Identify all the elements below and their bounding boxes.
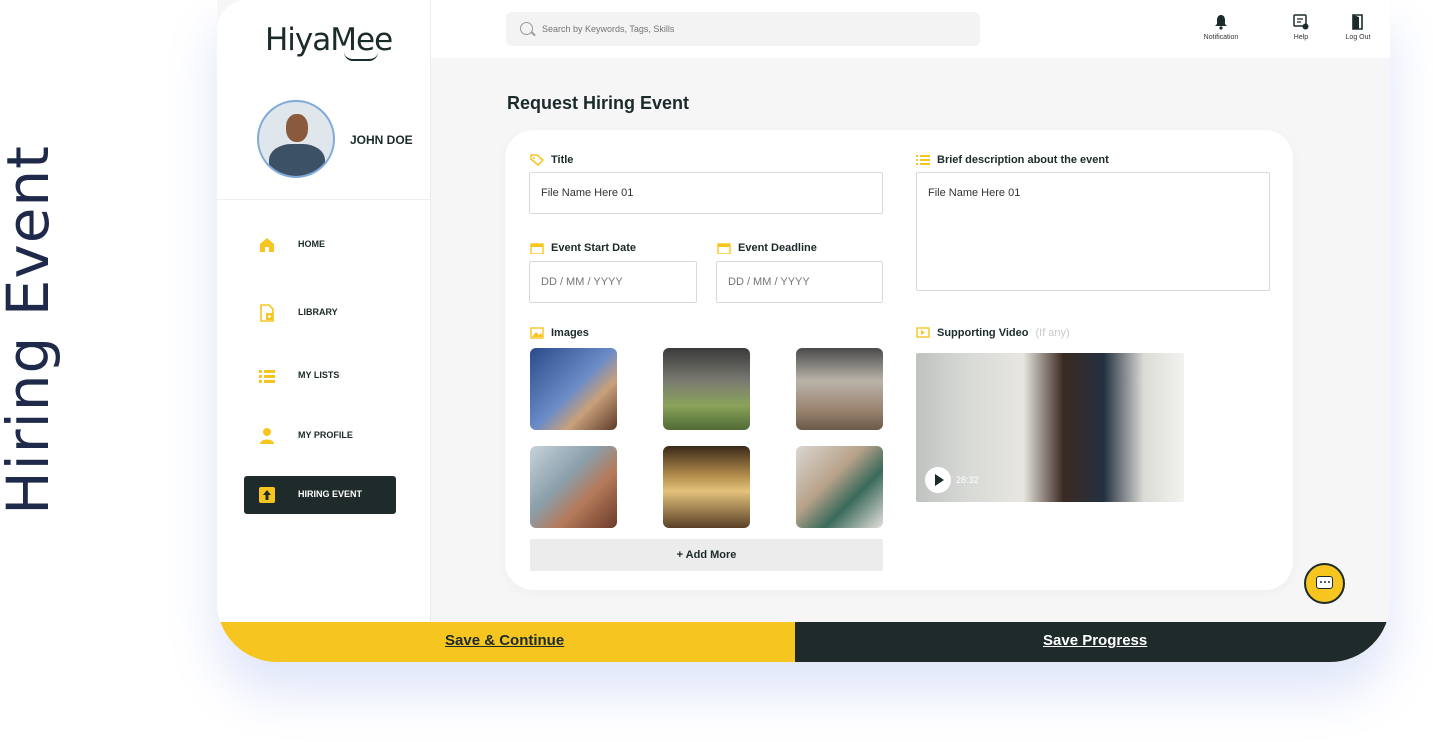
images-label-text: Images <box>551 327 589 339</box>
video-duration: 28:32 <box>956 475 979 485</box>
title-input[interactable] <box>529 172 883 214</box>
deadline-label-text: Event Deadline <box>738 242 817 254</box>
image-thumbnail[interactable] <box>530 446 617 528</box>
deadline-input[interactable] <box>716 261 883 303</box>
hiring-event-form: Title Brief description about the event … <box>505 130 1293 590</box>
side-title-text: Hiring Event <box>0 145 62 515</box>
avatar[interactable] <box>257 100 335 178</box>
image-thumbnail[interactable] <box>663 348 750 430</box>
page-side-title: Hiring Event <box>0 0 62 742</box>
logo-smile-mark <box>344 52 378 61</box>
description-label: Brief description about the event <box>916 154 1109 166</box>
app-window: HiyaMee JOHN DOE HOME LIBRARY MY LISTS M… <box>217 0 1390 662</box>
page-title: Request Hiring Event <box>507 93 690 113</box>
image-thumbnail[interactable] <box>796 446 883 528</box>
sidebar-item-home[interactable]: HOME <box>244 226 396 264</box>
description-textarea[interactable]: File Name Here 01 <box>916 172 1270 291</box>
images-label: Images <box>530 327 589 339</box>
home-icon <box>260 238 274 252</box>
calendar-icon <box>530 243 544 254</box>
logout-icon <box>1352 14 1363 30</box>
user-name: JOHN DOE <box>350 133 413 147</box>
bell-icon <box>1215 15 1227 30</box>
list-icon <box>259 370 275 383</box>
user-icon <box>260 428 274 444</box>
video-label-text: Supporting Video <box>937 327 1029 339</box>
avatar-body <box>269 144 325 176</box>
chat-button[interactable] <box>1304 563 1345 604</box>
help-icon <box>1293 14 1309 30</box>
sidebar-item-my-profile[interactable]: MY PROFILE <box>244 417 396 455</box>
image-thumbnail[interactable] <box>530 348 617 430</box>
list-icon <box>916 155 930 165</box>
notification-button[interactable]: Notification <box>1191 14 1251 41</box>
calendar-icon <box>717 243 731 254</box>
start-date-label: Event Start Date <box>530 242 636 254</box>
tag-icon <box>530 154 544 166</box>
video-icon <box>916 327 930 338</box>
add-more-button[interactable]: + Add More <box>530 539 883 571</box>
video-note: (If any) <box>1035 327 1070 339</box>
search-icon[interactable] <box>520 22 533 35</box>
notification-label: Notification <box>1203 34 1239 41</box>
start-date-input[interactable] <box>529 261 697 303</box>
upload-icon <box>259 487 275 503</box>
footer-left: Save & Continue <box>217 622 795 662</box>
footer-right: Save Progress <box>795 622 1390 662</box>
sidebar-item-label: HIRING EVENT <box>298 489 363 499</box>
top-bar: Notification Help Log Out <box>431 0 1390 58</box>
image-thumbnail[interactable] <box>796 348 883 430</box>
sidebar-item-label: MY LISTS <box>298 370 340 380</box>
sidebar: HiyaMee JOHN DOE HOME LIBRARY MY LISTS M… <box>217 0 431 622</box>
image-thumbnail[interactable] <box>663 446 750 528</box>
start-date-label-text: Event Start Date <box>551 242 636 254</box>
help-button[interactable]: Help <box>1271 14 1331 41</box>
chat-icon <box>1316 576 1333 589</box>
sidebar-item-label: LIBRARY <box>298 307 338 317</box>
save-continue-button[interactable]: Save & Continue <box>445 632 564 649</box>
image-icon <box>530 327 544 339</box>
description-label-text: Brief description about the event <box>937 154 1109 166</box>
sidebar-item-label: HOME <box>298 239 325 249</box>
sidebar-item-library[interactable]: LIBRARY <box>244 294 396 332</box>
sidebar-divider <box>217 199 431 200</box>
save-progress-button[interactable]: Save Progress <box>1043 632 1147 649</box>
video-label: Supporting Video (If any) <box>916 327 1070 339</box>
logout-button[interactable]: Log Out <box>1328 14 1388 41</box>
search-input[interactable] <box>542 20 962 38</box>
library-icon <box>260 304 274 322</box>
deadline-label: Event Deadline <box>717 242 817 254</box>
search-bar <box>506 12 980 46</box>
title-label-text: Title <box>551 154 574 166</box>
logout-label: Log Out <box>1345 34 1371 41</box>
avatar-head <box>286 114 308 142</box>
video-player[interactable]: 28:32 <box>916 353 1184 502</box>
sidebar-item-my-lists[interactable]: MY LISTS <box>244 357 396 395</box>
help-label: Help <box>1293 34 1309 41</box>
play-icon[interactable] <box>925 467 951 493</box>
title-label: Title <box>530 154 573 166</box>
sidebar-item-label: MY PROFILE <box>298 430 353 440</box>
sidebar-item-hiring-event[interactable]: HIRING EVENT <box>244 476 396 514</box>
